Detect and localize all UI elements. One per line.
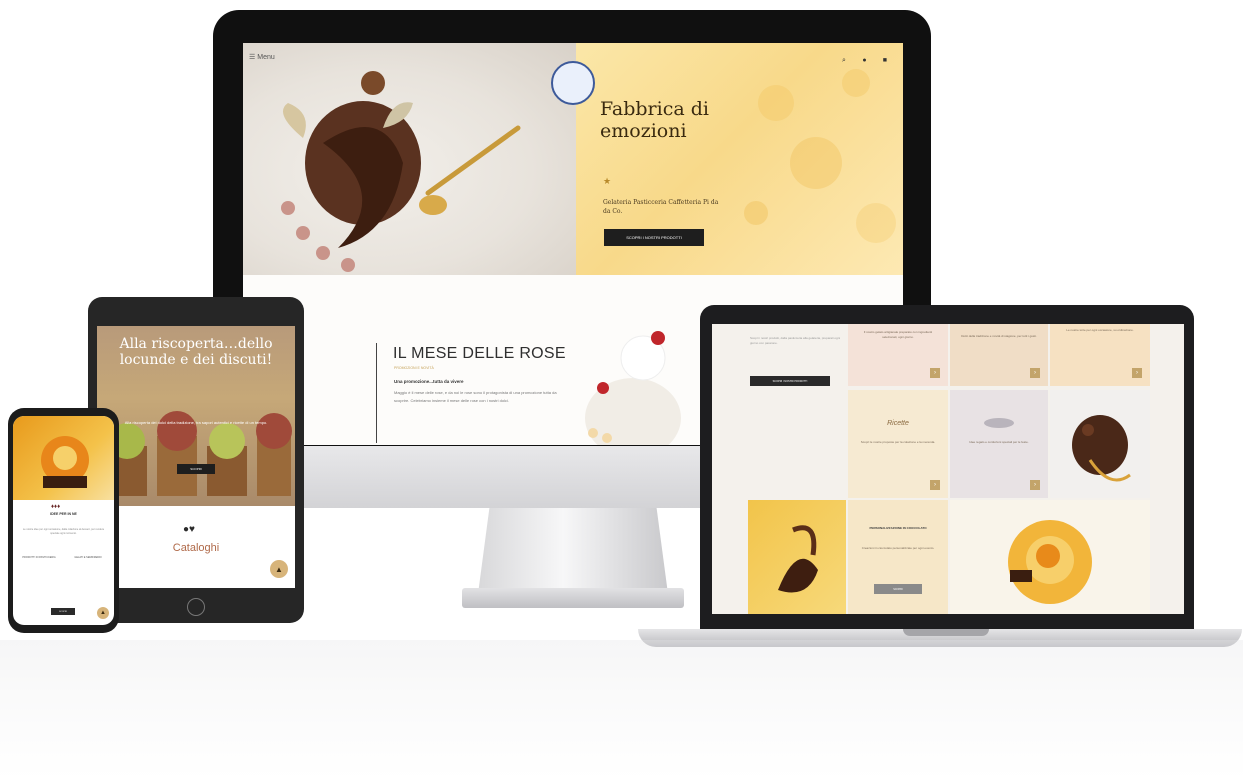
laptop-website: Scopri i nostri prodotti, dalla pasticce… xyxy=(712,324,1184,614)
phone-item-left[interactable]: PRODOTTI DI PASTICCERIA xyxy=(19,556,59,559)
star-icon: ★ xyxy=(603,176,612,186)
catalog-icon: ●♥ xyxy=(183,524,195,535)
phone-text: Le nostre idee per ogni occasione, dalla… xyxy=(22,528,105,535)
phone-website: ♦♦♦ IDEE PER IN NE Le nostre idee per og… xyxy=(13,416,114,625)
tablet-hero-title: Alla riscoperta…dello locunde e dei disc… xyxy=(119,336,273,368)
tile-personalizzazione[interactable]: PERSONALIZZAZIONE IN CIOCCOLATO Creazion… xyxy=(848,500,948,614)
tile-lilac[interactable]: Idee regalo e confezioni speciali per le… xyxy=(950,390,1048,498)
phone-dessert-photo xyxy=(13,416,114,500)
phone-button[interactable]: SCOPRI xyxy=(51,608,75,615)
tile-mango-dessert-photo xyxy=(950,500,1150,614)
intro-button[interactable]: SCOPRI I NOSTRI PRODOTTI xyxy=(750,376,830,386)
tile-chocolate-photo xyxy=(1050,390,1150,498)
imac-stand xyxy=(478,508,668,594)
phone-heading: IDEE PER IN NE xyxy=(50,512,77,516)
arrow-up-icon[interactable]: ▲ xyxy=(97,607,109,619)
section-body: Maggio è il mese delle rose, e da noi le… xyxy=(394,390,557,403)
arrow-right-icon[interactable]: › xyxy=(1132,368,1142,378)
section-divider xyxy=(376,343,377,443)
tile-beige[interactable]: Dolci della tradizione e novità di stagi… xyxy=(950,324,1048,386)
tablet-website: Alla riscoperta…dello locunde e dei disc… xyxy=(97,326,295,588)
header-icons: ⌕ ● ■ xyxy=(833,49,890,67)
logo-emblem[interactable] xyxy=(551,61,595,105)
menu-icon: ☰ xyxy=(249,54,256,61)
tile-cream[interactable]: Ricette Scopri le nostre proposte per la… xyxy=(848,390,948,498)
arrow-right-icon[interactable]: › xyxy=(930,368,940,378)
tablet-hero-button[interactable]: SCOPRI xyxy=(177,464,215,474)
section-title: IL MESE DELLE ROSE xyxy=(393,345,566,362)
tile-pink[interactable]: Il nostro gelato artigianale preparato c… xyxy=(848,324,948,386)
floor-reflection xyxy=(0,640,1243,780)
phone-item-right[interactable]: GELATI E SEMIFREDDI xyxy=(68,556,108,559)
tablet-home-button[interactable] xyxy=(187,598,205,616)
laptop-notch xyxy=(903,629,989,636)
tile-peach[interactable]: Le nostre torte per ogni occasione, su o… xyxy=(1050,324,1150,386)
imac-stand-foot xyxy=(462,588,684,608)
tile-choco-sculpture-photo xyxy=(748,500,846,614)
hero-title: Fabbrica di emozioni xyxy=(600,98,709,142)
arrow-up-icon[interactable]: ▲ xyxy=(270,560,288,578)
search-icon[interactable]: ⌕ xyxy=(839,57,849,67)
catalog-title: Cataloghi xyxy=(172,542,220,554)
tablet-hero-text: Alla riscoperta dei dolci della tradizio… xyxy=(124,420,268,425)
hero-subtitle: Gelateria Pasticceria Caffetteria Pi da … xyxy=(603,199,719,215)
arrow-right-icon[interactable]: › xyxy=(1030,368,1040,378)
menu-label: Menu xyxy=(257,54,275,61)
arrow-right-icon[interactable]: › xyxy=(1030,480,1040,490)
phone-logo-icon: ♦♦♦ xyxy=(51,504,61,510)
menu-button[interactable]: ☰ Menu xyxy=(249,53,275,61)
hero-cta-button[interactable]: SCOPRI I NOSTRI PRODOTTI xyxy=(604,229,704,246)
arrow-right-icon[interactable]: › xyxy=(930,480,940,490)
user-icon[interactable]: ● xyxy=(859,57,869,67)
intro-text: Scopri i nostri prodotti, dalla pasticce… xyxy=(750,336,841,345)
section-lead: Una promozione...tutta da vivere xyxy=(394,379,464,384)
rose-cake-image xyxy=(573,308,683,445)
dessert-illustration xyxy=(281,71,521,272)
chocolate-button[interactable]: SCOPRI xyxy=(874,584,922,594)
tile-emblem xyxy=(984,418,1014,428)
section-kicker: PROMOZIONI E NOVITÀ xyxy=(394,366,434,370)
hero-dessert-photo xyxy=(243,43,576,275)
cart-icon[interactable]: ■ xyxy=(880,57,890,67)
